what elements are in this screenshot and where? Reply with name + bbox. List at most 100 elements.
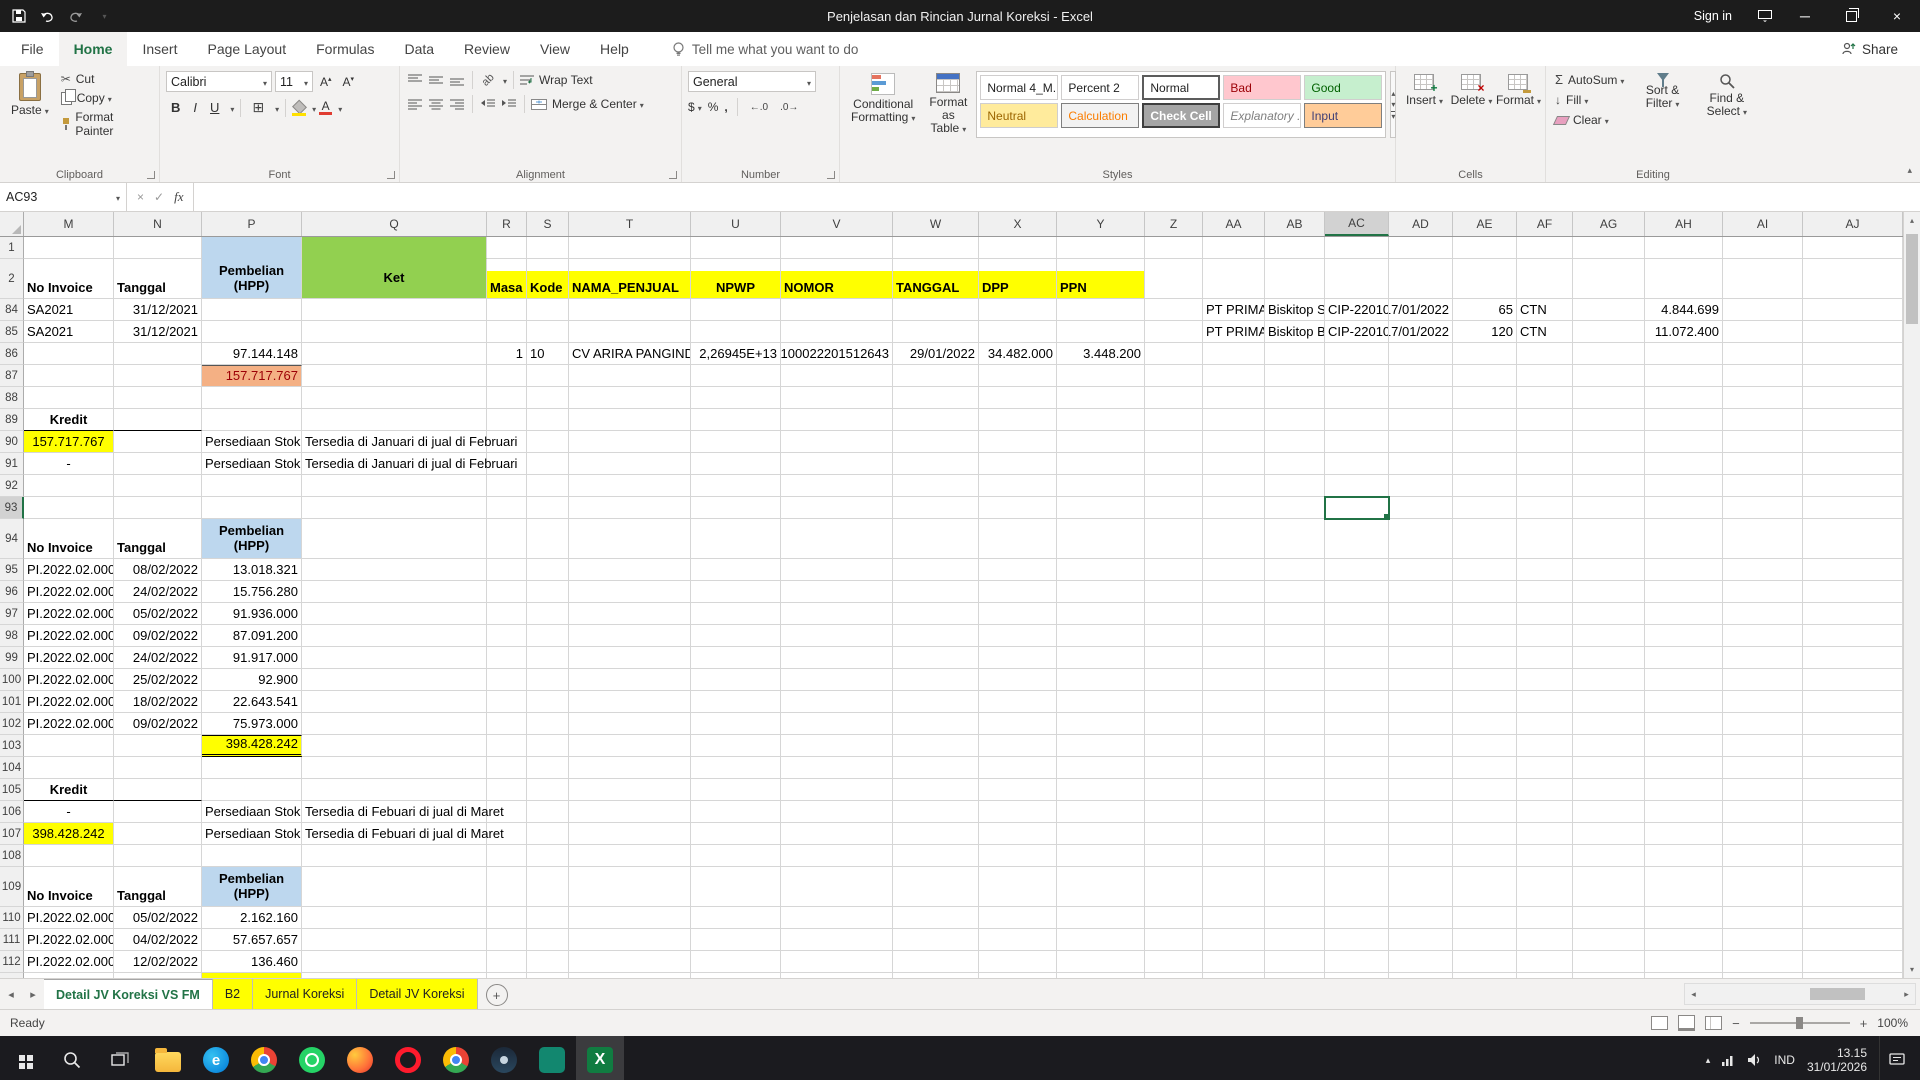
merge-center-button[interactable]: Merge & Center xyxy=(531,97,644,111)
cell-AE100[interactable] xyxy=(1453,669,1517,691)
cell-T102[interactable] xyxy=(569,713,691,735)
cell-N86[interactable] xyxy=(114,343,202,365)
cell-AF92[interactable] xyxy=(1517,475,1573,497)
cell-N88[interactable] xyxy=(114,387,202,409)
scroll-down-icon[interactable]: ▾ xyxy=(1904,961,1920,978)
cell-AG107[interactable] xyxy=(1573,823,1645,845)
cell-X106[interactable] xyxy=(979,801,1057,823)
cell-AH112[interactable] xyxy=(1645,951,1723,973)
cell-V105[interactable] xyxy=(781,779,893,801)
cell-Y101[interactable] xyxy=(1057,691,1145,713)
cell-N106[interactable] xyxy=(114,801,202,823)
cell-N94[interactable]: Tanggal xyxy=(114,519,202,559)
cell-AF98[interactable] xyxy=(1517,625,1573,647)
cell-U110[interactable] xyxy=(691,907,781,929)
cell-X110[interactable] xyxy=(979,907,1057,929)
cell-AG84[interactable] xyxy=(1573,299,1645,321)
cell-AF105[interactable] xyxy=(1517,779,1573,801)
cell-R87[interactable] xyxy=(487,365,527,387)
cell-AH91[interactable] xyxy=(1645,453,1723,475)
zoom-slider-thumb[interactable] xyxy=(1796,1017,1803,1029)
cell-P94[interactable]: Pembelian (HPP) xyxy=(202,519,302,559)
column-header-v[interactable]: V xyxy=(781,212,893,236)
cell-V103[interactable] xyxy=(781,735,893,757)
cell-M106[interactable]: - xyxy=(24,801,114,823)
cell-style-normal-4-m[interactable]: Normal 4_M... xyxy=(980,75,1058,100)
cell-S85[interactable] xyxy=(527,321,569,343)
row-header-91[interactable]: 91 xyxy=(0,453,24,475)
minimize-button[interactable]: ─ xyxy=(1782,0,1828,32)
cell-AG1[interactable] xyxy=(1573,237,1645,259)
cell-Q101[interactable] xyxy=(302,691,487,713)
cell-P106[interactable]: Persediaan Stok xyxy=(202,801,302,823)
cell-W109[interactable] xyxy=(893,867,979,907)
cell-Z87[interactable] xyxy=(1145,365,1203,387)
cell-Z105[interactable] xyxy=(1145,779,1203,801)
cell-AB111[interactable] xyxy=(1265,929,1325,951)
cell-P101[interactable]: 22.643.541 xyxy=(202,691,302,713)
cell-U105[interactable] xyxy=(691,779,781,801)
sheet-tab-b2[interactable]: B2 xyxy=(213,979,253,1009)
cell-AE101[interactable] xyxy=(1453,691,1517,713)
cell-T86[interactable]: CV ARIRA PANGINDO xyxy=(569,343,691,365)
font-dialog-launcher-icon[interactable] xyxy=(387,171,395,179)
cell-Z107[interactable] xyxy=(1145,823,1203,845)
cell-AF89[interactable] xyxy=(1517,409,1573,431)
cell-style-percent-2[interactable]: Percent 2 xyxy=(1061,75,1139,100)
cell-V87[interactable] xyxy=(781,365,893,387)
cell-Q96[interactable] xyxy=(302,581,487,603)
cell-AB86[interactable] xyxy=(1265,343,1325,365)
task-view-button[interactable] xyxy=(96,1036,144,1080)
cell-Z110[interactable] xyxy=(1145,907,1203,929)
cell-R95[interactable] xyxy=(487,559,527,581)
cell-AI112[interactable] xyxy=(1723,951,1803,973)
ribbon-tab-review[interactable]: Review xyxy=(449,32,525,66)
cell-Z96[interactable] xyxy=(1145,581,1203,603)
cell-AC98[interactable] xyxy=(1325,625,1389,647)
cell-N98[interactable]: 09/02/2022 xyxy=(114,625,202,647)
cell-AF95[interactable] xyxy=(1517,559,1573,581)
cell-P2[interactable]: Pembelian (HPP) xyxy=(202,259,302,299)
cell-AD98[interactable] xyxy=(1389,625,1453,647)
cell-AF106[interactable] xyxy=(1517,801,1573,823)
cell-AI107[interactable] xyxy=(1723,823,1803,845)
start-button[interactable] xyxy=(0,1036,48,1080)
ribbon-tab-home[interactable]: Home xyxy=(59,32,128,66)
cell-S101[interactable] xyxy=(527,691,569,713)
borders-menu-icon[interactable] xyxy=(272,99,279,117)
cell-W103[interactable] xyxy=(893,735,979,757)
insert-function-icon[interactable]: fx xyxy=(174,189,183,205)
cell-Y87[interactable] xyxy=(1057,365,1145,387)
cell-AF111[interactable] xyxy=(1517,929,1573,951)
cell-AA90[interactable] xyxy=(1203,431,1265,453)
cell-AH85[interactable]: 11.072.400 xyxy=(1645,321,1723,343)
cell-AJ99[interactable] xyxy=(1803,647,1903,669)
cell-AH107[interactable] xyxy=(1645,823,1723,845)
cell-W87[interactable] xyxy=(893,365,979,387)
ribbon-tab-page-layout[interactable]: Page Layout xyxy=(192,32,301,66)
cell-N102[interactable]: 09/02/2022 xyxy=(114,713,202,735)
cell-S93[interactable] xyxy=(527,497,569,519)
qat-customize-icon[interactable] xyxy=(94,7,112,25)
cell-P109[interactable]: Pembelian (HPP) xyxy=(202,867,302,907)
cell-V98[interactable] xyxy=(781,625,893,647)
cell-W2[interactable]: TANGGAL xyxy=(893,259,979,299)
taskbar-opera[interactable]: O xyxy=(384,1036,432,1080)
cell-U95[interactable] xyxy=(691,559,781,581)
cell-S105[interactable] xyxy=(527,779,569,801)
tray-expand-icon[interactable]: ▴ xyxy=(1706,1055,1711,1066)
cell-AG92[interactable] xyxy=(1573,475,1645,497)
cell-U112[interactable] xyxy=(691,951,781,973)
cell-AJ98[interactable] xyxy=(1803,625,1903,647)
cell-S100[interactable] xyxy=(527,669,569,691)
cell-W96[interactable] xyxy=(893,581,979,603)
cell-AE110[interactable] xyxy=(1453,907,1517,929)
cell-AC94[interactable] xyxy=(1325,519,1389,559)
cell-T91[interactable] xyxy=(569,453,691,475)
cell-N90[interactable] xyxy=(114,431,202,453)
cell-N111[interactable]: 04/02/2022 xyxy=(114,929,202,951)
gallery-down-icon[interactable]: ▾ xyxy=(1391,100,1395,109)
cell-T1[interactable] xyxy=(569,237,691,259)
cell-AE109[interactable] xyxy=(1453,867,1517,907)
cell-style-check-cell[interactable]: Check Cell xyxy=(1142,103,1220,128)
